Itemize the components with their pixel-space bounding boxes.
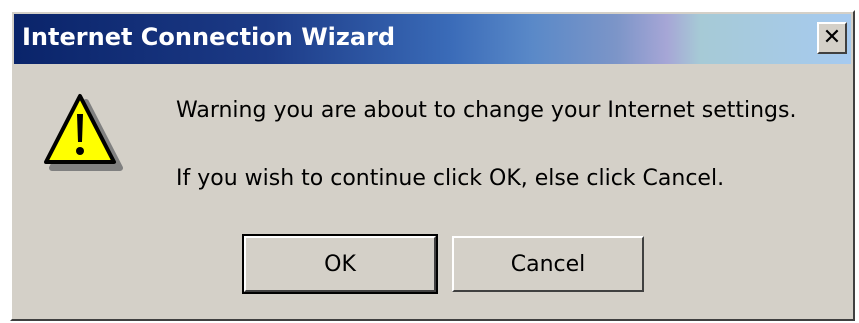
window-title: Internet Connection Wizard — [22, 23, 396, 51]
message-line-2: If you wish to continue click OK, else c… — [176, 166, 725, 191]
message-line-1: Warning you are about to change your Int… — [176, 98, 797, 123]
dialog-window: Internet Connection Wizard ✕ Warning you… — [10, 10, 855, 321]
cancel-button[interactable]: Cancel — [452, 236, 644, 292]
close-icon: ✕ — [822, 25, 842, 50]
close-button[interactable]: ✕ — [817, 22, 847, 54]
ok-button[interactable]: OK — [242, 234, 438, 294]
title-bar[interactable]: Internet Connection Wizard ✕ — [14, 14, 851, 64]
warning-icon — [44, 94, 123, 171]
